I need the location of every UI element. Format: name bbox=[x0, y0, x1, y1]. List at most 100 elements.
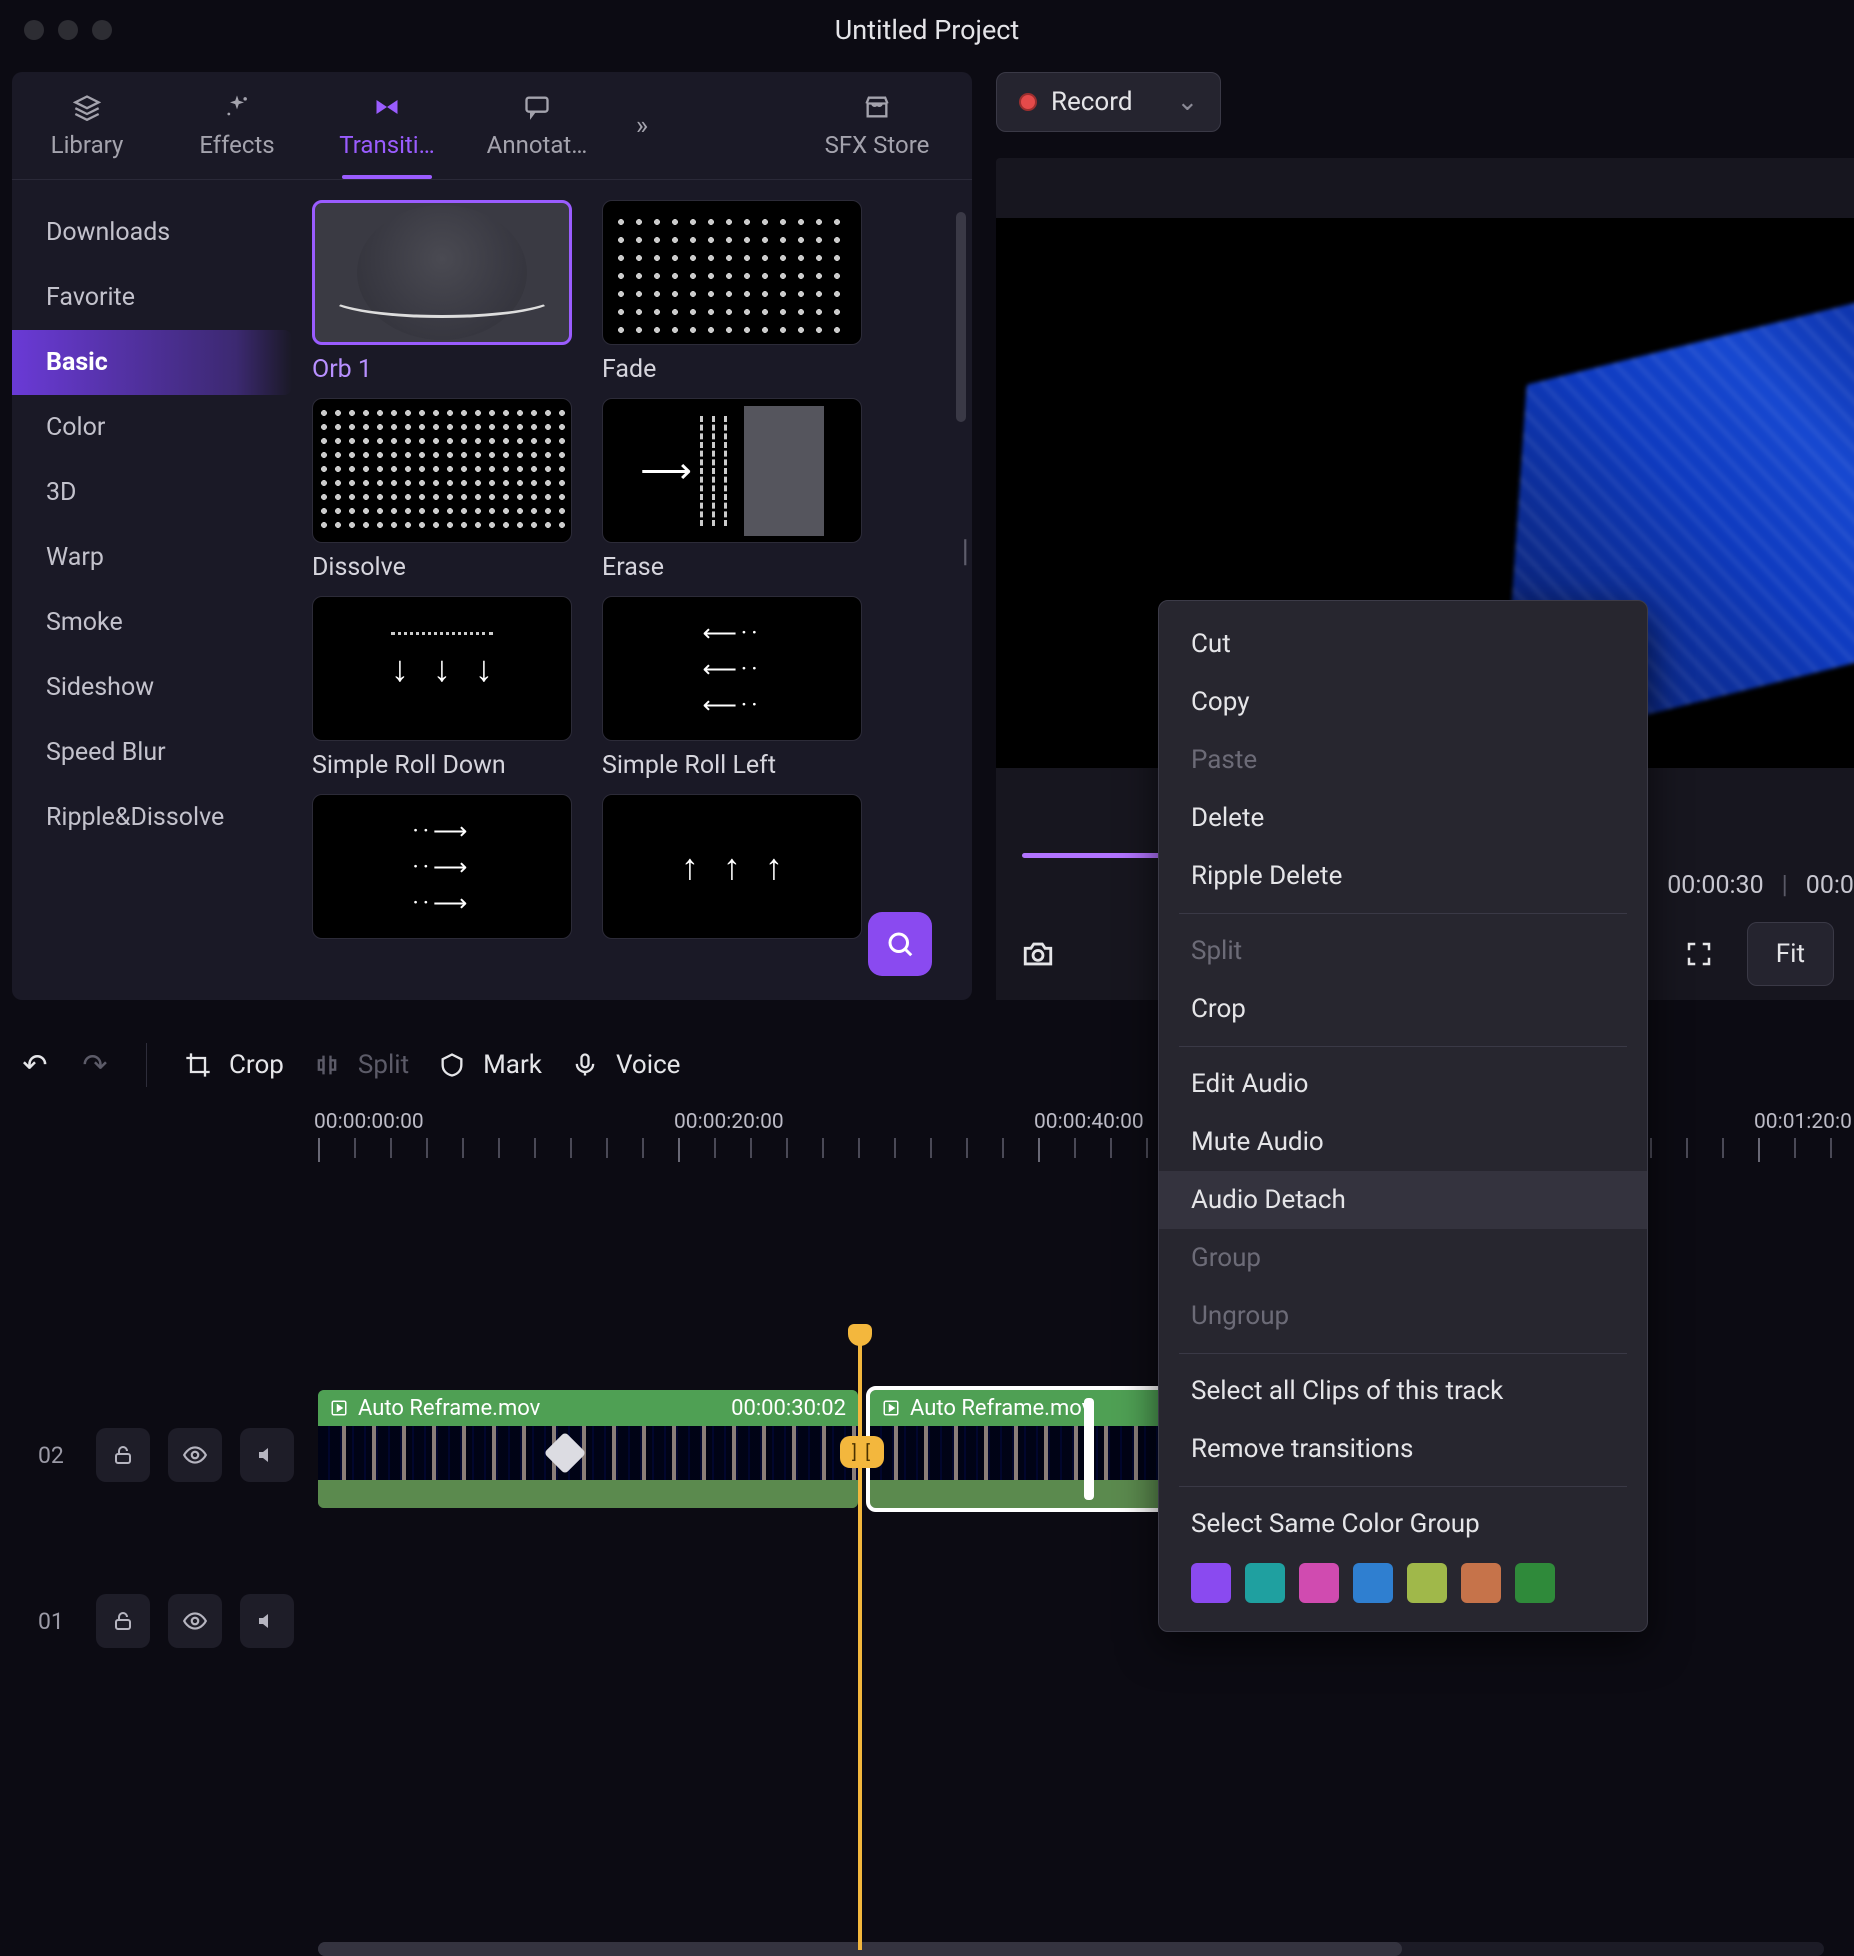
transition-grid: Orb 1 Fade Dissolve ⟶Erase↓↓↓Simple Roll Do… bbox=[292, 180, 972, 1000]
context-menu-item-edit-audio[interactable]: Edit Audio bbox=[1159, 1055, 1647, 1113]
playhead[interactable] bbox=[858, 1340, 862, 1950]
redo-icon: ↷ bbox=[78, 1048, 112, 1082]
context-menu-item-audio-detach[interactable]: Audio Detach bbox=[1159, 1171, 1647, 1229]
category-favorite[interactable]: Favorite bbox=[12, 265, 292, 330]
transition-label: Simple Roll Down bbox=[312, 751, 572, 780]
context-menu-item-select-all-clips-of-this-track[interactable]: Select all Clips of this track bbox=[1159, 1362, 1647, 1420]
color-swatch[interactable] bbox=[1245, 1563, 1285, 1603]
transition-label: Simple Roll Left bbox=[602, 751, 862, 780]
context-menu-item-mute-audio[interactable]: Mute Audio bbox=[1159, 1113, 1647, 1171]
library-tabs: Library Effects Transiti… Annotat… bbox=[12, 72, 972, 180]
maximize-window-icon[interactable] bbox=[92, 20, 112, 40]
tab-sfx-store[interactable]: SFX Store bbox=[792, 72, 962, 179]
context-menu-item-split: Split bbox=[1159, 922, 1647, 980]
context-menu-item-remove-transitions[interactable]: Remove transitions bbox=[1159, 1420, 1647, 1478]
tab-transitions[interactable]: Transiti… bbox=[312, 72, 462, 179]
transition-orb-1[interactable]: Orb 1 bbox=[312, 200, 572, 384]
project-title: Untitled Project bbox=[835, 14, 1020, 46]
ruler-label: 00:01:20:0 bbox=[1754, 1110, 1852, 1134]
bowtie-icon bbox=[373, 93, 401, 121]
speaker-icon bbox=[255, 1609, 279, 1633]
context-menu-item-delete[interactable]: Delete bbox=[1159, 789, 1647, 847]
time-divider: | bbox=[1782, 871, 1788, 900]
tabs-overflow[interactable]: » bbox=[612, 72, 672, 179]
color-swatch[interactable] bbox=[1299, 1563, 1339, 1603]
chevrons-right-icon: » bbox=[628, 112, 656, 140]
category-color[interactable]: Color bbox=[12, 395, 292, 460]
transition-simple-roll-down[interactable]: ↓↓↓Simple Roll Down bbox=[312, 596, 572, 780]
category-sideshow[interactable]: Sideshow bbox=[12, 655, 292, 720]
split-label: Split bbox=[358, 1050, 409, 1080]
context-menu-item-crop[interactable]: Crop bbox=[1159, 980, 1647, 1038]
transition-label: Orb 1 bbox=[312, 355, 572, 384]
mark-button[interactable]: Mark bbox=[435, 1048, 542, 1082]
crop-button[interactable]: Crop bbox=[181, 1048, 284, 1082]
record-icon bbox=[1019, 93, 1037, 111]
split-button[interactable]: Split bbox=[310, 1048, 409, 1082]
speech-icon bbox=[523, 93, 551, 121]
lock-open-icon bbox=[111, 1609, 135, 1633]
minimize-window-icon[interactable] bbox=[58, 20, 78, 40]
voice-button[interactable]: Voice bbox=[568, 1048, 681, 1082]
color-swatch[interactable] bbox=[1515, 1563, 1555, 1603]
track-visibility-button[interactable] bbox=[168, 1594, 222, 1648]
category-warp[interactable]: Warp bbox=[12, 525, 292, 590]
tab-effects[interactable]: Effects bbox=[162, 72, 312, 179]
transition-dissolve[interactable]: Dissolve bbox=[312, 398, 572, 582]
search-icon bbox=[885, 929, 915, 959]
track-visibility-button[interactable] bbox=[168, 1428, 222, 1482]
color-swatch[interactable] bbox=[1191, 1563, 1231, 1603]
category-downloads[interactable]: Downloads bbox=[12, 200, 292, 265]
window-controls[interactable] bbox=[0, 20, 112, 40]
transition-arrows-right-dash[interactable]: ··⟶··⟶··⟶ bbox=[312, 794, 572, 949]
context-menu-item-select-same-color-group[interactable]: Select Same Color Group bbox=[1159, 1495, 1647, 1553]
category-basic[interactable]: Basic bbox=[12, 330, 292, 395]
chevron-down-icon: ⌄ bbox=[1176, 87, 1198, 117]
context-menu-item-group: Group bbox=[1159, 1229, 1647, 1287]
panel-resize-handle-icon[interactable]: ❘❘ bbox=[954, 536, 972, 566]
tab-library[interactable]: Library bbox=[12, 72, 162, 179]
track-number: 02 bbox=[38, 1442, 78, 1469]
timeline-horizontal-scrollbar[interactable] bbox=[318, 1942, 1824, 1956]
search-button[interactable] bbox=[868, 912, 932, 976]
color-swatch[interactable] bbox=[1353, 1563, 1393, 1603]
close-window-icon[interactable] bbox=[24, 20, 44, 40]
color-swatch[interactable] bbox=[1461, 1563, 1501, 1603]
ruler-label: 00:00:40:00 bbox=[1034, 1110, 1144, 1134]
speaker-icon bbox=[255, 1443, 279, 1467]
playhead-trim-handle[interactable]: ] [ bbox=[840, 1436, 884, 1468]
ruler-label: 00:00:20:00 bbox=[674, 1110, 784, 1134]
color-group-picker bbox=[1159, 1553, 1647, 1617]
context-menu-item-copy[interactable]: Copy bbox=[1159, 673, 1647, 731]
transition-arrows-up[interactable]: ↑↑↑ bbox=[602, 794, 862, 949]
track-lock-button[interactable] bbox=[96, 1428, 150, 1482]
context-menu-item-cut[interactable]: Cut bbox=[1159, 615, 1647, 673]
ruler-label: 00:00:00:00 bbox=[314, 1110, 424, 1134]
category-3d[interactable]: 3D bbox=[12, 460, 292, 525]
track-mute-button[interactable] bbox=[240, 1428, 294, 1482]
clip-video-thumb bbox=[318, 1426, 858, 1480]
transition-fade[interactable]: Fade bbox=[602, 200, 862, 384]
track-lock-button[interactable] bbox=[96, 1594, 150, 1648]
transition-erase[interactable]: ⟶Erase bbox=[602, 398, 862, 582]
undo-button[interactable]: ↶ bbox=[18, 1048, 52, 1082]
context-menu-item-paste: Paste bbox=[1159, 731, 1647, 789]
clip-trim-handle[interactable] bbox=[1084, 1398, 1094, 1500]
fullscreen-button[interactable] bbox=[1677, 932, 1721, 976]
timeline-clip[interactable]: Auto Reframe.mov00:00:30:02 bbox=[318, 1390, 858, 1508]
zoom-fit-button[interactable]: Fit bbox=[1747, 922, 1834, 986]
redo-button[interactable]: ↷ bbox=[78, 1048, 112, 1082]
category-ripple-dissolve[interactable]: Ripple&Dissolve bbox=[12, 785, 292, 850]
transition-simple-roll-left[interactable]: ⟵··⟵··⟵··Simple Roll Left bbox=[602, 596, 862, 780]
preview-progress[interactable] bbox=[1022, 853, 1172, 858]
record-button[interactable]: Record ⌄ bbox=[996, 72, 1221, 132]
context-menu-item-ripple-delete[interactable]: Ripple Delete bbox=[1159, 847, 1647, 905]
track-mute-button[interactable] bbox=[240, 1594, 294, 1648]
color-swatch[interactable] bbox=[1407, 1563, 1447, 1603]
tab-annotations[interactable]: Annotat… bbox=[462, 72, 612, 179]
snapshot-button[interactable] bbox=[1016, 932, 1060, 976]
transition-label: Dissolve bbox=[312, 553, 572, 582]
library-scrollbar[interactable] bbox=[956, 212, 966, 422]
category-smoke[interactable]: Smoke bbox=[12, 590, 292, 655]
category-speed-blur[interactable]: Speed Blur bbox=[12, 720, 292, 785]
